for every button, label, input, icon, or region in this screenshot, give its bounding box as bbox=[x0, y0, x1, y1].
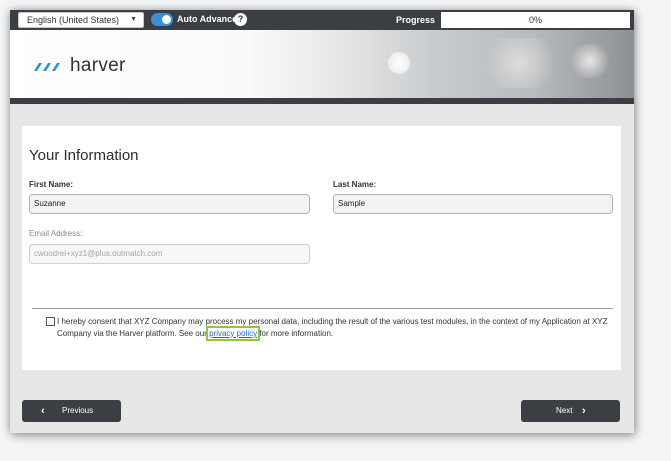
previous-button[interactable]: ‹ Previous bbox=[22, 400, 121, 422]
next-button[interactable]: Next › bbox=[521, 400, 620, 422]
email-field: cwoodrel+xyz1@plus.outmatch.com bbox=[29, 244, 310, 264]
language-select-value: English (United States) bbox=[27, 15, 120, 25]
progress-value: 0% bbox=[528, 15, 542, 25]
chevron-right-icon: › bbox=[582, 405, 586, 417]
auto-advance-toggle[interactable] bbox=[151, 13, 173, 26]
consent-text-after: for more information. bbox=[257, 329, 334, 338]
banner-background-glare bbox=[388, 52, 410, 74]
consent-checkbox[interactable] bbox=[46, 317, 55, 326]
last-name-field[interactable]: Sample bbox=[333, 194, 613, 214]
chevron-left-icon: ‹ bbox=[41, 405, 45, 417]
privacy-policy-link[interactable]: privacy policy bbox=[206, 326, 261, 341]
harver-logo-icon bbox=[34, 63, 60, 71]
chevron-down-icon: ▼ bbox=[130, 16, 137, 23]
header-banner: harver bbox=[10, 30, 634, 98]
next-button-label: Next bbox=[556, 406, 573, 415]
page-title: Your Information bbox=[29, 147, 139, 164]
banner-divider bbox=[10, 98, 634, 104]
first-name-label: First Name: bbox=[29, 180, 74, 189]
help-icon[interactable]: ? bbox=[234, 13, 247, 26]
banner-background-glare bbox=[570, 44, 610, 78]
previous-button-label: Previous bbox=[62, 406, 94, 415]
harver-logo-text: harver bbox=[70, 55, 126, 76]
last-name-label: Last Name: bbox=[333, 180, 377, 189]
top-bar: English (United States) ▼ Auto Advance ?… bbox=[10, 10, 634, 30]
application-window: English (United States) ▼ Auto Advance ?… bbox=[10, 10, 634, 433]
auto-advance-label: Auto Advance bbox=[177, 14, 238, 24]
form-divider bbox=[32, 308, 613, 309]
banner-background-shape bbox=[480, 38, 560, 88]
consent-text: I hereby consent that XYZ Company may pr… bbox=[57, 316, 613, 341]
first-name-field[interactable]: Suzanne bbox=[29, 194, 310, 214]
information-form: Your Information First Name: Suzanne Las… bbox=[22, 126, 621, 370]
toggle-knob bbox=[162, 15, 171, 24]
email-label: Email Address: bbox=[29, 229, 83, 238]
progress-label: Progress bbox=[396, 15, 436, 25]
progress-bar: 0% bbox=[441, 12, 630, 28]
language-select[interactable]: English (United States) ▼ bbox=[18, 12, 144, 28]
